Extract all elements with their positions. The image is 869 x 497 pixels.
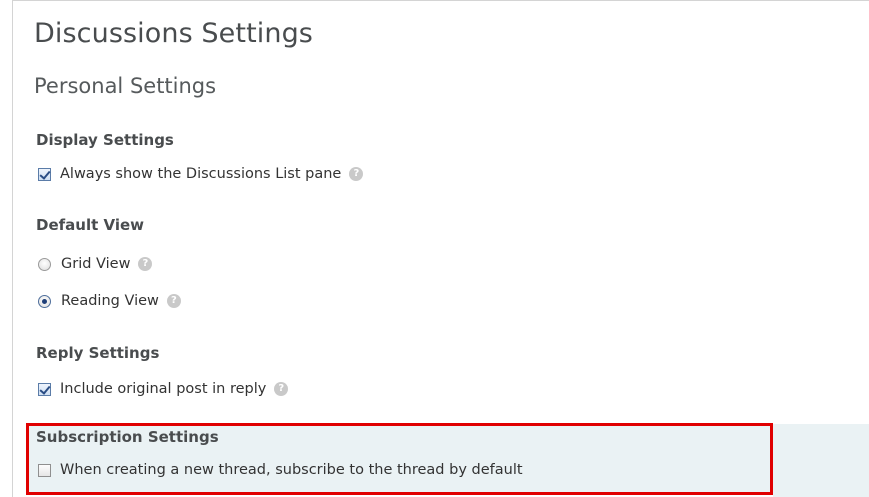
subscription-settings-label: Subscription Settings xyxy=(36,428,219,446)
help-icon[interactable]: ? xyxy=(274,382,289,396)
help-icon[interactable]: ? xyxy=(138,257,153,271)
help-icon[interactable]: ? xyxy=(166,294,181,308)
reply-settings-label: Reply Settings xyxy=(36,344,160,362)
reading-view-option[interactable]: Reading View ? xyxy=(38,290,181,312)
reading-view-label: Reading View xyxy=(61,293,159,309)
reading-view-radio[interactable] xyxy=(38,294,51,308)
always-show-discussions-list-checkbox[interactable] xyxy=(38,167,51,181)
grid-view-radio[interactable] xyxy=(38,257,51,271)
always-show-discussions-list-label: Always show the Discussions List pane xyxy=(60,166,342,182)
always-show-discussions-list-option[interactable]: Always show the Discussions List pane ? xyxy=(38,163,364,185)
default-view-label: Default View xyxy=(36,216,145,234)
include-original-post-checkbox[interactable] xyxy=(38,382,51,396)
section-title: Personal Settings xyxy=(34,74,217,98)
discussions-settings-page: Discussions Settings Personal Settings D… xyxy=(0,0,869,497)
display-settings-label: Display Settings xyxy=(36,131,174,149)
subscribe-new-thread-label: When creating a new thread, subscribe to… xyxy=(60,462,523,478)
subscribe-new-thread-option[interactable]: When creating a new thread, subscribe to… xyxy=(38,459,523,481)
subscription-row-background xyxy=(773,424,869,497)
page-title: Discussions Settings xyxy=(34,18,313,49)
grid-view-label: Grid View xyxy=(61,256,131,272)
help-icon[interactable]: ? xyxy=(349,167,364,181)
include-original-post-label: Include original post in reply xyxy=(60,381,267,397)
subscribe-new-thread-checkbox[interactable] xyxy=(38,463,51,477)
grid-view-option[interactable]: Grid View ? xyxy=(38,253,153,275)
include-original-post-option[interactable]: Include original post in reply ? xyxy=(38,378,289,400)
